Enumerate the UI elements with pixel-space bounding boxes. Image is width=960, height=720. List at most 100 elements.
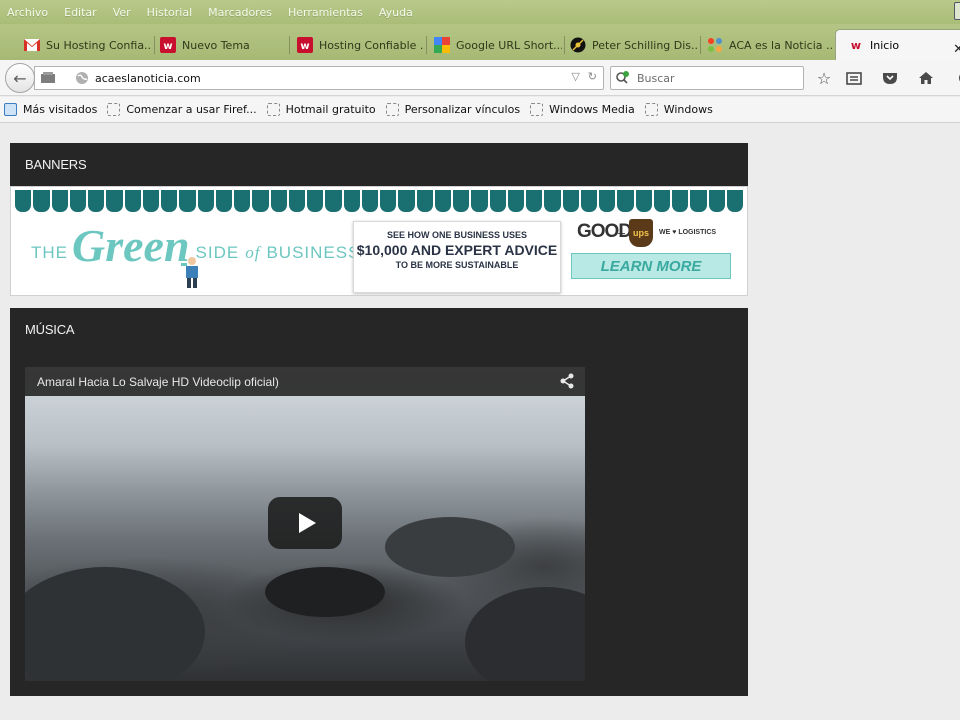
banner-card-line1: SEE HOW ONE BUSINESS USES	[386, 230, 528, 240]
tab-su-hosting[interactable]: Su Hosting Confia...	[24, 33, 152, 57]
bookmark-label: Windows	[663, 103, 713, 116]
joomla-icon	[707, 37, 723, 53]
bookmark-personalizar[interactable]: Personalizar vínculos	[385, 103, 521, 116]
tab-aca-es-la-noticia[interactable]: ACA es la Noticia ...	[707, 33, 833, 57]
bookmark-label: Hotmail gratuito	[285, 103, 376, 116]
tab-label: Su Hosting Confia...	[46, 38, 152, 52]
banner-green: Green	[72, 220, 190, 271]
svg-text:w: w	[300, 41, 309, 52]
banner-card-line2: $10,000 AND EXPERT ADVICE	[356, 242, 558, 258]
banners-widget-header: BANNERS	[10, 143, 748, 186]
reading-list-icon[interactable]	[844, 68, 864, 88]
url-text[interactable]: acaeslanoticia.com	[95, 72, 201, 85]
bookmark-icon	[385, 103, 399, 116]
svg-text:w: w	[851, 39, 861, 52]
search-input[interactable]: Buscar	[637, 72, 675, 85]
close-icon[interactable]: ✕	[953, 42, 960, 57]
dropdown-icon[interactable]: ▽	[571, 70, 579, 83]
tab-nuevo-tema[interactable]: w Nuevo Tema	[160, 33, 286, 57]
tab-label: Hosting Confiable ...	[319, 38, 423, 52]
navigation-bar: acaeslanoticia.com ▽ ↻ ← Buscar ☆	[0, 60, 960, 96]
tab-label: ACA es la Noticia ...	[729, 38, 833, 52]
menu-bar: Archivo Editar Ver Historial Marcadores …	[0, 0, 960, 24]
we-love-logistics: WE ♥ LOGISTICS	[659, 229, 717, 236]
bookmark-mas-visitados[interactable]: Más visitados	[4, 103, 97, 116]
chat-icon[interactable]	[950, 68, 960, 88]
awning-decoration	[15, 190, 745, 212]
svg-text:w: w	[163, 41, 172, 52]
bookmark-icon	[644, 103, 658, 116]
banner-business: BUSINESS	[266, 243, 361, 262]
banner-ad[interactable]: THE Green SIDE of BUSINESS SEE HOW ONE B…	[10, 186, 748, 296]
bookmark-label: Personalizar vínculos	[404, 103, 521, 116]
bookmark-icon	[530, 103, 544, 116]
banner-of: of	[245, 243, 261, 262]
banner-the: THE	[31, 243, 68, 262]
w-site-icon: w	[297, 37, 313, 53]
menu-marcadores[interactable]: Marcadores	[208, 6, 272, 19]
banners-title: BANNERS	[25, 157, 87, 172]
tab-separator	[564, 36, 565, 54]
bookmark-label: Más visitados	[23, 103, 98, 116]
home-icon[interactable]	[916, 68, 936, 88]
tab-hosting-confiable[interactable]: w Hosting Confiable ...	[297, 33, 423, 57]
banner-card: SEE HOW ONE BUSINESS USES $10,000 AND EX…	[353, 221, 561, 293]
tab-label: Peter Schilling Dis...	[592, 38, 698, 52]
gmail-icon	[24, 37, 40, 53]
page-content: BANNERS THE Green SIDE of BUSINESS SEE H…	[0, 124, 960, 720]
ups-logo-icon: ups	[629, 219, 653, 247]
url-tools: ▽ ↻	[571, 70, 597, 83]
video-player[interactable]: Amaral Hacia Lo Salvaje HD Videoclip ofi…	[25, 367, 585, 681]
bookmark-label: Windows Media	[549, 103, 635, 116]
rock-shape	[385, 517, 515, 577]
history-icon[interactable]	[41, 72, 57, 84]
google-icon	[434, 37, 450, 53]
tab-label: Nuevo Tema	[182, 38, 250, 52]
tab-google-url-shortener[interactable]: Google URL Short...	[434, 33, 562, 57]
tab-inicio[interactable]: w Inicio ✕	[835, 29, 960, 60]
bookmark-windows-media[interactable]: Windows Media	[530, 103, 635, 116]
video-title[interactable]: Amaral Hacia Lo Salvaje HD Videoclip ofi…	[37, 375, 279, 389]
tab-label: Google URL Short...	[456, 38, 562, 52]
menu-editar[interactable]: Editar	[64, 6, 97, 19]
globe-icon	[75, 71, 89, 85]
play-button[interactable]	[268, 497, 342, 549]
learn-more-button[interactable]: LEARN MORE	[571, 253, 731, 279]
musica-title: MÚSICA	[25, 322, 75, 337]
tab-label: Inicio	[870, 38, 900, 52]
most-visited-icon	[4, 103, 17, 116]
play-icon	[298, 513, 316, 533]
star-icon[interactable]: ☆	[814, 68, 834, 88]
tab-separator	[700, 36, 701, 54]
bookmark-hotmail[interactable]: Hotmail gratuito	[266, 103, 376, 116]
pocket-icon[interactable]	[880, 68, 900, 88]
bookmark-icon	[266, 103, 280, 116]
disc-icon	[570, 37, 586, 53]
bookmarks-bar: Más visitados Comenzar a usar Firef... H…	[0, 97, 960, 123]
video-title-bar: Amaral Hacia Lo Salvaje HD Videoclip ofi…	[25, 367, 585, 396]
share-icon[interactable]	[559, 373, 575, 389]
bookmark-windows[interactable]: Windows	[644, 103, 713, 116]
back-button[interactable]: ←	[5, 63, 35, 93]
reload-icon[interactable]: ↻	[588, 70, 597, 83]
musica-widget: MÚSICA Amaral Hacia Lo Salvaje HD Videoc…	[10, 308, 748, 696]
menu-archivo[interactable]: Archivo	[7, 6, 48, 19]
search-engine-icon[interactable]	[615, 71, 633, 85]
menu-ayuda[interactable]: Ayuda	[379, 6, 413, 19]
tab-strip: Su Hosting Confia... w Nuevo Tema w Host…	[0, 24, 960, 60]
banner-card-line3: TO BE MORE SUSTAINABLE	[395, 260, 519, 270]
menu-historial[interactable]: Historial	[147, 6, 192, 19]
tab-separator	[154, 36, 155, 54]
menu-ver[interactable]: Ver	[113, 6, 131, 19]
worker-figure-icon	[181, 257, 198, 288]
tab-separator	[289, 36, 290, 54]
plus-sign: +	[617, 227, 627, 240]
search-bar[interactable]: Buscar	[610, 66, 804, 90]
window-control-button[interactable]	[954, 2, 960, 20]
bookmark-comenzar-firefox[interactable]: Comenzar a usar Firef...	[107, 103, 257, 116]
tab-peter-schilling[interactable]: Peter Schilling Dis...	[570, 33, 698, 57]
w-site-icon: w	[848, 37, 864, 53]
bookmark-label: Comenzar a usar Firef...	[126, 103, 257, 116]
url-bar[interactable]: acaeslanoticia.com ▽ ↻	[34, 66, 604, 90]
menu-herramientas[interactable]: Herramientas	[288, 6, 363, 19]
